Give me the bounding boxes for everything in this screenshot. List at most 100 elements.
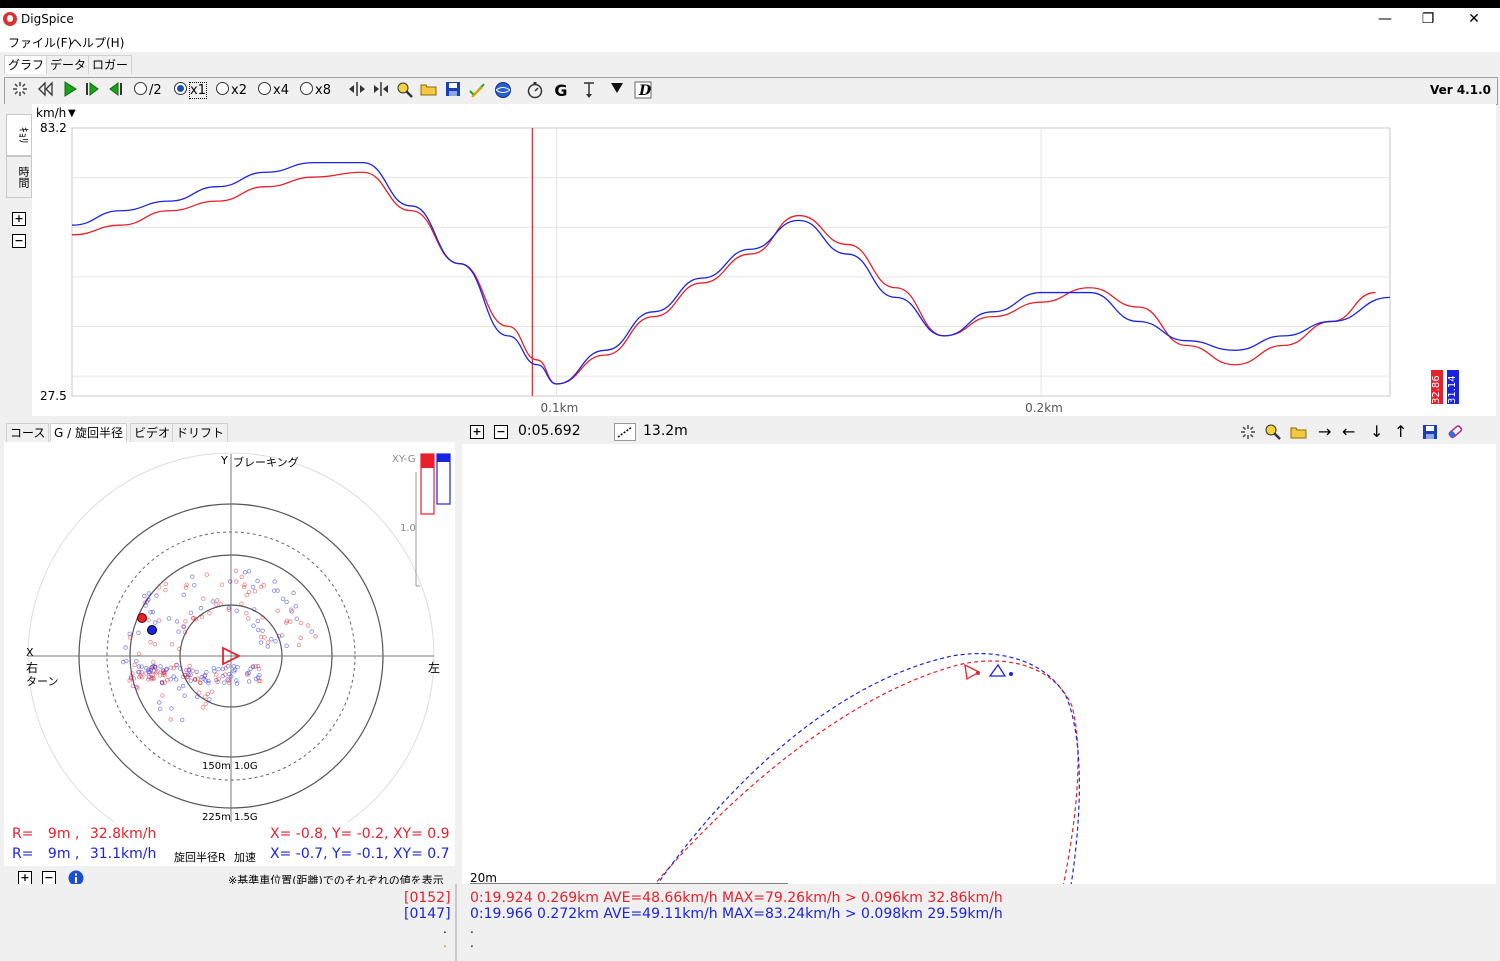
- menu-bar: ファイル(F) ヘルプ(H): [0, 32, 1500, 52]
- refresh-icon[interactable]: [11, 81, 29, 101]
- speed-x8-label: x8: [315, 83, 331, 98]
- map-search-icon[interactable]: [1264, 423, 1282, 444]
- menu-file[interactable]: ファイル(F): [8, 34, 72, 51]
- save-icon[interactable]: [443, 81, 463, 101]
- g-scatter-dot: [242, 582, 247, 587]
- status-dot-3: .: [470, 922, 474, 936]
- speed-half-label: /2: [149, 83, 162, 98]
- g-scatter-dot: [309, 629, 314, 634]
- g-scatter-dot: [156, 618, 162, 623]
- red-track-line: [648, 660, 1079, 890]
- tab-g-radius[interactable]: G / 旋回半径: [50, 423, 127, 442]
- tab-logger[interactable]: ロガー: [88, 55, 133, 74]
- blue-r-value: 9m ,: [47, 846, 80, 862]
- speed-chart[interactable]: 0.1km 0.2km: [4, 104, 1496, 416]
- minimize-button[interactable]: —: [1362, 8, 1408, 32]
- speed-x1-radio[interactable]: x1: [174, 81, 208, 101]
- svg-text:D: D: [638, 83, 652, 99]
- g-scatter-dot: [260, 628, 265, 633]
- course-map[interactable]: [462, 444, 1496, 890]
- ring1-g-label: 1.0G: [234, 761, 258, 772]
- speed-x2-label: x2: [231, 83, 247, 98]
- open-folder-icon[interactable]: [419, 81, 439, 101]
- map-save-icon[interactable]: [1422, 424, 1438, 443]
- g-scatter-dot: [234, 579, 239, 584]
- g-scatter-dot: [271, 588, 277, 593]
- g-scatter-dot: [231, 664, 237, 669]
- stopwatch-icon[interactable]: [525, 81, 545, 101]
- g-zoom-in-button[interactable]: +: [18, 871, 32, 885]
- g-scatter-dot: [169, 706, 174, 711]
- distance-ruler-icon[interactable]: [614, 423, 636, 444]
- g-scatter-dot: [210, 599, 215, 604]
- step-forward-icon[interactable]: [83, 81, 101, 101]
- expand-horizontal-icon[interactable]: [347, 81, 367, 101]
- g-scatter-dot: [275, 608, 280, 613]
- tab-course[interactable]: コース: [6, 423, 50, 442]
- g-scatter-dot: [219, 582, 225, 587]
- g-scatter-dot: [183, 619, 188, 624]
- map-open-folder-icon[interactable]: [1290, 424, 1308, 443]
- g-scatter-dot: [216, 666, 221, 672]
- turn-radius-label: 旋回半径R: [174, 851, 226, 864]
- ring1-radius-label: 150m: [202, 761, 231, 772]
- text-cursor-icon[interactable]: [579, 81, 599, 101]
- tab-graph[interactable]: グラフ: [4, 55, 49, 74]
- g-scatter-dot: [142, 593, 147, 599]
- menu-help[interactable]: ヘルプ(H): [70, 34, 124, 51]
- accel-label: 加速: [234, 851, 256, 864]
- speed-x8-radio[interactable]: x8: [300, 81, 334, 101]
- step-back-icon[interactable]: [107, 81, 125, 101]
- maximize-button[interactable]: ❐: [1405, 8, 1451, 32]
- g-scatter-dot: [280, 596, 286, 601]
- globe-icon[interactable]: [493, 81, 513, 101]
- g-scatter-dot: [166, 616, 172, 621]
- g-scatter-dot: [239, 574, 244, 579]
- course-map-panel: + − 0:05.692 13.2m → ← ↓ ↑ 20m: [462, 420, 1496, 890]
- g-scatter-dot: [207, 610, 212, 616]
- search-icon[interactable]: [395, 81, 415, 101]
- red-r-value: 9m ,: [47, 826, 80, 842]
- arrow-down-icon[interactable]: ↓: [1370, 422, 1383, 441]
- edit-check-icon[interactable]: [467, 81, 487, 101]
- g-zoom-out-button[interactable]: −: [42, 871, 56, 885]
- map-zoom-in-button[interactable]: +: [470, 425, 484, 439]
- speed-x2-radio[interactable]: x2: [216, 81, 250, 101]
- arrow-up-icon[interactable]: ↑: [1394, 422, 1407, 441]
- close-button[interactable]: ✕: [1451, 8, 1497, 32]
- y-axis-label: Y: [221, 454, 228, 467]
- map-zoom-out-button[interactable]: −: [494, 425, 508, 439]
- map-refresh-icon[interactable]: [1240, 424, 1256, 443]
- speed-x4-radio[interactable]: x4: [258, 81, 292, 101]
- speed-half-radio[interactable]: /2: [134, 81, 168, 101]
- g-scatter-dot: [157, 706, 163, 711]
- g-force-icon[interactable]: G: [551, 81, 571, 101]
- play-icon[interactable]: [61, 81, 79, 101]
- tab-data[interactable]: データ: [46, 55, 91, 74]
- g-scatter-dot: [284, 643, 289, 648]
- g-scatter-dot: [152, 620, 158, 625]
- distance-readout: 13.2m: [643, 423, 688, 439]
- ring2-radius-label: 225m: [202, 812, 231, 823]
- blue-car-dot: [1009, 672, 1013, 676]
- g-scatter-dot: [163, 587, 168, 593]
- g-scatter-dot: [169, 641, 175, 647]
- time-readout: 0:05.692: [518, 423, 581, 439]
- shrink-horizontal-icon[interactable]: [371, 81, 391, 101]
- tab-drift[interactable]: ドリフト: [172, 423, 229, 442]
- arrow-left-icon[interactable]: ←: [1342, 422, 1355, 441]
- tab-video[interactable]: ビデオ: [130, 423, 175, 442]
- g-scatter-dot: [246, 589, 252, 595]
- window-title: DigSpice: [21, 12, 74, 26]
- g-scatter-dot: [291, 590, 296, 596]
- g-scatter-dot: [201, 596, 206, 601]
- drift-icon[interactable]: D: [633, 81, 653, 101]
- g-scatter-dot: [246, 679, 252, 684]
- g-scatter-dot: [120, 659, 126, 665]
- dropdown-icon[interactable]: [607, 81, 627, 101]
- arrow-right-icon[interactable]: →: [1318, 422, 1331, 441]
- g-scatter-dot: [209, 689, 215, 694]
- eraser-icon[interactable]: [1446, 423, 1464, 444]
- rewind-icon[interactable]: [37, 81, 55, 101]
- g-scatter-dot: [205, 691, 210, 697]
